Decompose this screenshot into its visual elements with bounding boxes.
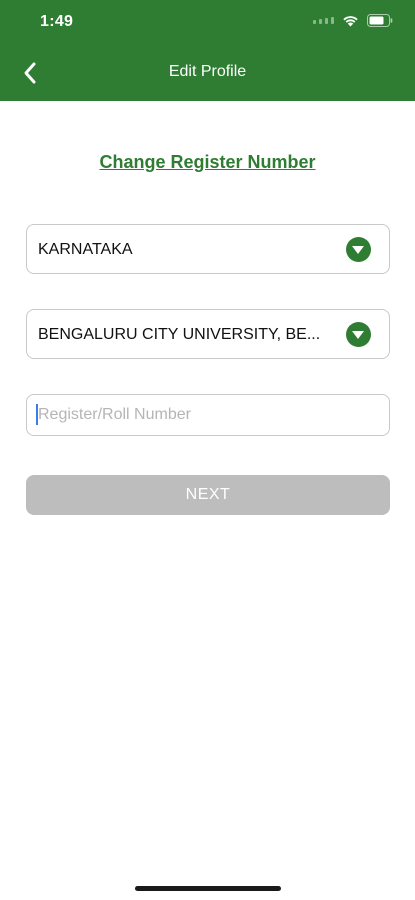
state-select[interactable]: KARNATAKA bbox=[26, 224, 390, 274]
status-icons bbox=[313, 14, 393, 27]
dropdown-arrow-icon bbox=[346, 322, 371, 347]
change-register-number-link[interactable]: Change Register Number bbox=[0, 152, 415, 173]
wifi-icon bbox=[342, 15, 359, 27]
dropdown-arrow-icon bbox=[346, 237, 371, 262]
edit-profile-screen: 1:49 Edit Profile Change Register Number… bbox=[0, 0, 415, 900]
state-select-value: KARNATAKA bbox=[38, 241, 133, 258]
university-select[interactable]: BENGALURU CITY UNIVERSITY, BE... bbox=[26, 309, 390, 359]
register-number-input[interactable] bbox=[26, 394, 390, 436]
text-cursor bbox=[36, 404, 38, 425]
university-select-value: BENGALURU CITY UNIVERSITY, BE... bbox=[38, 326, 321, 343]
status-time: 1:49 bbox=[40, 13, 74, 30]
next-button[interactable]: NEXT bbox=[26, 475, 390, 515]
home-indicator bbox=[135, 886, 281, 891]
page-title: Edit Profile bbox=[168, 63, 247, 80]
signal-icon bbox=[313, 17, 334, 24]
battery-icon bbox=[367, 14, 393, 27]
app-header: 1:49 Edit Profile bbox=[0, 0, 415, 101]
